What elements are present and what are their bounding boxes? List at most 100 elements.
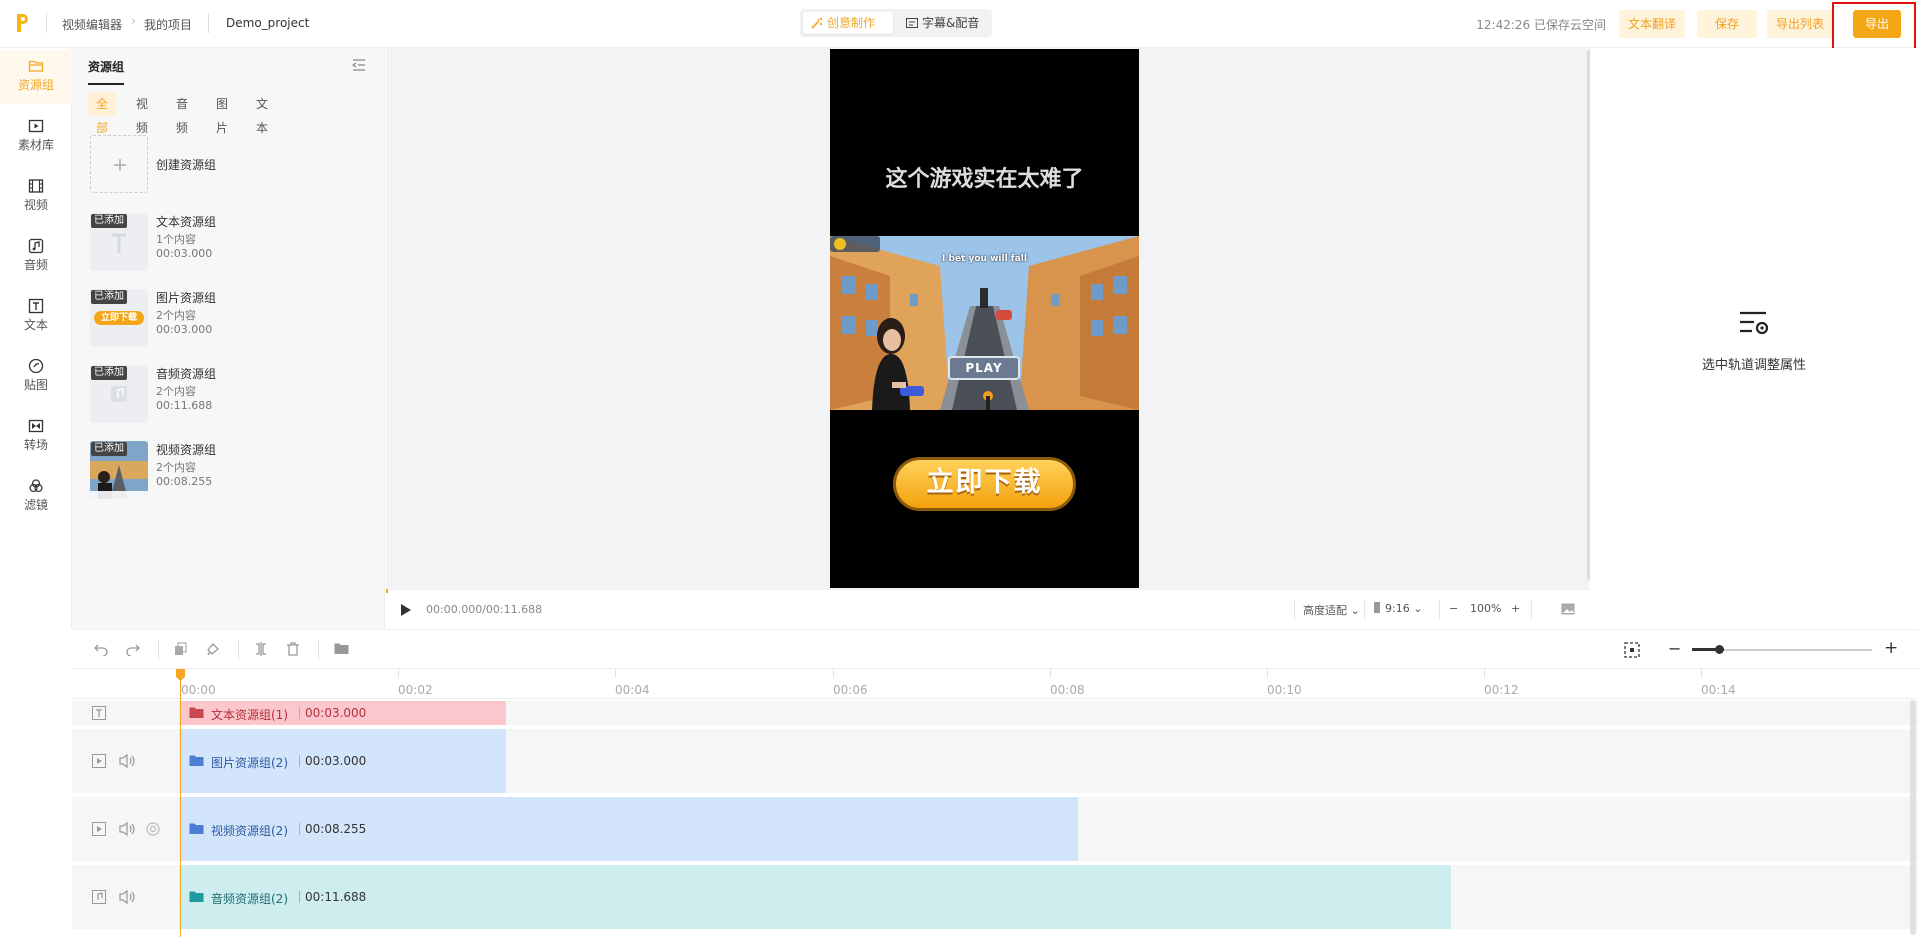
zoom-level: 100% bbox=[1470, 602, 1502, 615]
create-resource-group[interactable]: 创建资源组 bbox=[90, 135, 370, 195]
ruler-tick bbox=[398, 669, 399, 677]
properties-panel: 选中轨道调整属性 bbox=[1590, 48, 1918, 629]
rail-item-resource-groups[interactable]: 资源组 bbox=[0, 50, 72, 104]
save-button[interactable]: 保存 bbox=[1697, 10, 1757, 38]
divider bbox=[158, 640, 159, 660]
volume-icon[interactable] bbox=[118, 821, 136, 837]
clip-divider bbox=[299, 755, 300, 767]
rail-label: 音频 bbox=[23, 258, 48, 272]
resource-count: 2个内容 bbox=[156, 309, 196, 322]
rail-item-video[interactable]: 视频 bbox=[0, 170, 72, 224]
playhead[interactable] bbox=[180, 669, 181, 937]
filter-image[interactable]: 图片 bbox=[208, 92, 236, 135]
divider bbox=[46, 13, 47, 33]
video-canvas[interactable]: 这个游戏实在太难了 I bet you will fall PLAY 立即下载 bbox=[830, 49, 1139, 588]
fit-select[interactable]: 高度适配 ⌄ bbox=[1303, 602, 1360, 618]
clip-audio-group[interactable]: 音频资源组(2) 00:11.688 bbox=[181, 865, 1451, 929]
clip-duration: 00:03.000 bbox=[305, 706, 367, 720]
filter-all[interactable]: 全部 bbox=[88, 92, 117, 135]
progress-indicator bbox=[386, 589, 388, 593]
resource-duration: 00:08.255 bbox=[156, 475, 213, 488]
volume-icon[interactable] bbox=[118, 753, 136, 769]
clip-label: 音频资源组(2) bbox=[211, 892, 288, 906]
timeline-toolbar: − + bbox=[72, 629, 1918, 669]
export-list-button[interactable]: 导出列表 bbox=[1767, 10, 1833, 38]
clip-divider bbox=[299, 707, 300, 719]
tab-subtitles[interactable]: 字幕&配音 bbox=[898, 12, 990, 34]
tab-creative[interactable]: 创意制作 bbox=[803, 12, 893, 34]
rail-label: 视频 bbox=[23, 198, 48, 212]
folder-icon bbox=[189, 891, 204, 902]
rail-label: 文本 bbox=[23, 318, 48, 332]
track-video: 视频资源组(2) 00:08.255 bbox=[72, 797, 1918, 861]
rail-label: 转场 bbox=[23, 438, 48, 452]
game-caption: I bet you will fall bbox=[942, 254, 1027, 264]
undo-icon[interactable] bbox=[94, 642, 108, 656]
clip-image-group[interactable]: 图片资源组(2) 00:03.000 bbox=[181, 729, 506, 793]
folder-icon bbox=[189, 755, 204, 766]
breadcrumb-projects[interactable]: 我的项目 bbox=[144, 16, 192, 33]
clip-duration: 00:11.688 bbox=[305, 890, 367, 904]
copy-icon[interactable] bbox=[174, 642, 188, 656]
audio-track-icon bbox=[92, 890, 106, 904]
wand-icon bbox=[811, 18, 822, 29]
download-thumb: 立即下载 bbox=[94, 311, 144, 325]
added-badge: 已添加 bbox=[91, 366, 127, 380]
phone-ratio-icon bbox=[1374, 602, 1380, 613]
split-icon[interactable] bbox=[254, 642, 268, 656]
delete-icon[interactable] bbox=[286, 642, 300, 656]
added-badge: 已添加 bbox=[91, 290, 127, 304]
clip-video-group[interactable]: 视频资源组(2) 00:08.255 bbox=[181, 797, 1078, 861]
resource-group-audio[interactable]: 已添加 音频资源组 2个内容 00:11.688 bbox=[90, 365, 370, 425]
rail-label: 贴图 bbox=[23, 378, 48, 392]
timeline-zoom-in-icon[interactable]: + bbox=[1884, 638, 1898, 658]
zoom-in-icon[interactable]: + bbox=[1511, 602, 1520, 615]
folder-icon[interactable] bbox=[334, 642, 349, 655]
project-name[interactable]: Demo_project bbox=[226, 16, 309, 30]
clip-text-group[interactable]: 文本资源组(1) 00:03.000 bbox=[181, 701, 506, 725]
clip-label: 图片资源组(2) bbox=[211, 756, 288, 770]
resource-group-text[interactable]: 已添加 文本资源组 1个内容 00:03.000 bbox=[90, 213, 370, 273]
filter-text[interactable]: 文本 bbox=[248, 92, 276, 135]
ruler-label: 00:14 bbox=[1701, 683, 1736, 697]
translate-button[interactable]: 文本翻译 bbox=[1619, 10, 1685, 38]
rail-item-transition[interactable]: 转场 bbox=[0, 410, 72, 464]
left-rail: 资源组 素材库 视频 音频 文本 贴图 转场 滤镜 bbox=[0, 48, 72, 629]
panel-title[interactable]: 资源组 bbox=[88, 58, 125, 85]
resource-group-image[interactable]: 立即下载 已添加 图片资源组 2个内容 00:03.000 bbox=[90, 289, 370, 349]
fit-timeline-icon[interactable] bbox=[1624, 642, 1640, 658]
rail-item-sticker[interactable]: 贴图 bbox=[0, 350, 72, 404]
ratio-select[interactable]: 9:16 ⌄ bbox=[1374, 602, 1422, 615]
visibility-icon[interactable] bbox=[146, 822, 160, 836]
breadcrumb-editor[interactable]: 视频编辑器 bbox=[62, 16, 122, 33]
resource-group-video[interactable]: 已添加 视频资源组 2个内容 00:08.255 bbox=[90, 441, 370, 501]
chevron-right-icon: › bbox=[131, 14, 137, 29]
sticker-icon bbox=[28, 358, 44, 374]
filter-video[interactable]: 视频 bbox=[128, 92, 156, 135]
redo-icon[interactable] bbox=[126, 642, 140, 656]
track-audio: 音频资源组(2) 00:11.688 bbox=[72, 865, 1918, 929]
volume-icon[interactable] bbox=[118, 889, 136, 905]
ruler-tick bbox=[1050, 669, 1051, 677]
resource-count: 1个内容 bbox=[156, 233, 196, 246]
timeline-ruler[interactable]: 00:00 00:02 00:04 00:06 00:08 00:10 00:1… bbox=[72, 669, 1918, 699]
timeline-zoom-out-icon[interactable]: − bbox=[1668, 639, 1681, 658]
top-bar: 视频编辑器 › 我的项目 Demo_project 创意制作 字幕&配音 12:… bbox=[0, 0, 1918, 52]
ruler-tick bbox=[1484, 669, 1485, 677]
player-controls: 00:00.000/00:11.688 高度适配 ⌄ 9:16 ⌄ − 100%… bbox=[386, 589, 1590, 629]
rail-item-library[interactable]: 素材库 bbox=[0, 110, 72, 164]
snapshot-icon[interactable] bbox=[1561, 603, 1575, 615]
timeline-scrollbar[interactable] bbox=[1910, 700, 1916, 935]
zoom-slider-handle[interactable] bbox=[1715, 645, 1724, 654]
zoom-out-icon[interactable]: − bbox=[1449, 602, 1458, 615]
brush-icon[interactable] bbox=[206, 642, 220, 656]
divider bbox=[1439, 600, 1440, 620]
app-logo[interactable] bbox=[14, 12, 30, 34]
play-icon[interactable] bbox=[400, 603, 412, 617]
collapse-panel-icon[interactable] bbox=[352, 59, 366, 71]
rail-item-audio[interactable]: 音频 bbox=[0, 230, 72, 284]
rail-item-filter[interactable]: 滤镜 bbox=[0, 470, 72, 524]
filter-audio[interactable]: 音频 bbox=[168, 92, 196, 135]
rail-item-text[interactable]: 文本 bbox=[0, 290, 72, 344]
ruler-tick bbox=[833, 669, 834, 677]
